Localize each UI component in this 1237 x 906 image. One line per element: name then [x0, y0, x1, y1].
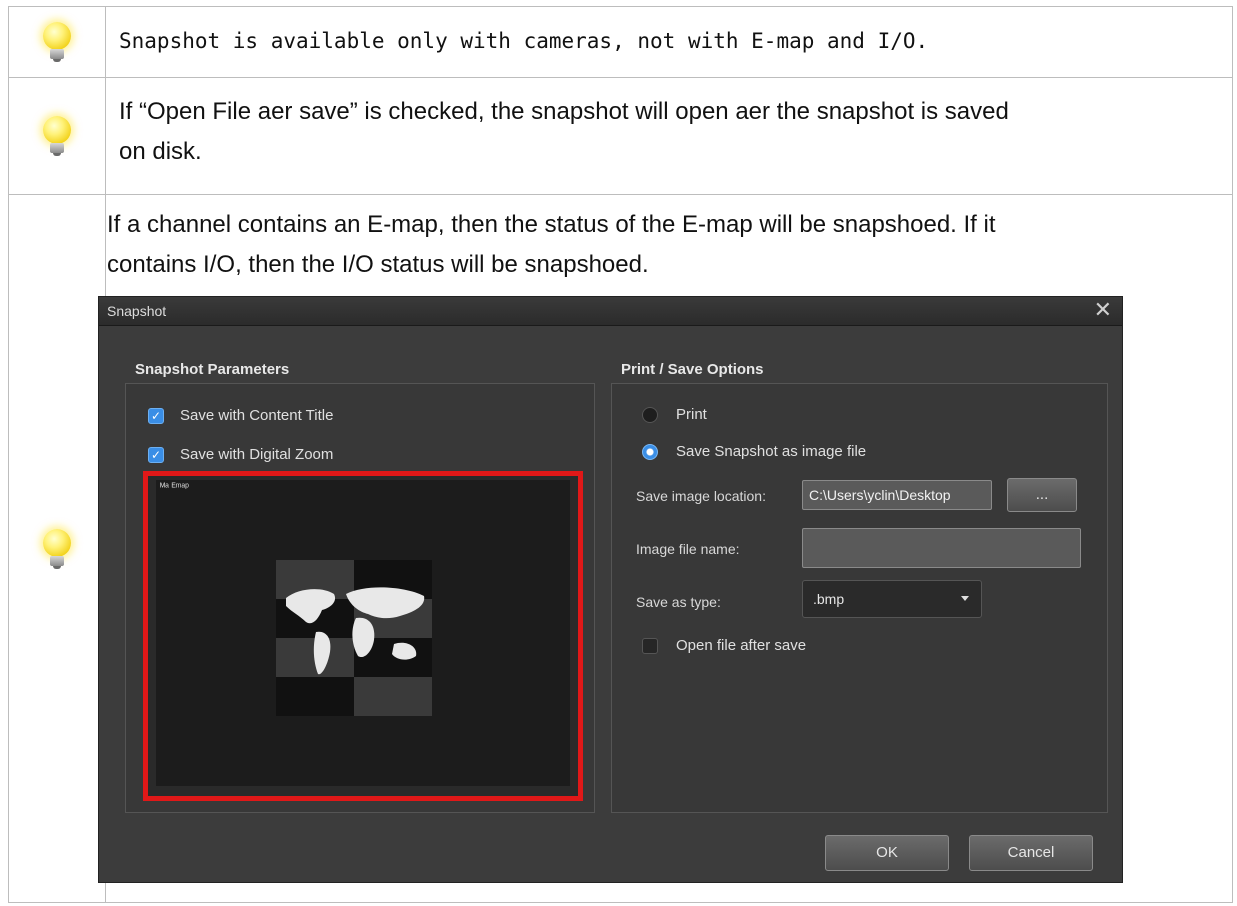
tip-row: Snapshot is available only with cameras,…	[9, 7, 1232, 78]
dialog-title: Snapshot	[107, 303, 167, 319]
print-save-options-heading: Print / Save Options	[621, 361, 764, 378]
save-digital-zoom-label: Save with Digital Zoom	[180, 446, 334, 463]
lightbulb-icon	[9, 195, 105, 902]
save-digital-zoom-checkbox[interactable]: ✓	[148, 447, 164, 463]
save-as-type-label: Save as type:	[636, 594, 721, 610]
save-as-image-radio[interactable]	[642, 444, 658, 460]
lightbulb-icon	[9, 78, 105, 194]
print-save-options-group: Print Save Snapshot as image file Save i…	[611, 383, 1108, 813]
print-label: Print	[676, 406, 707, 423]
snapshot-parameters-heading: Snapshot Parameters	[135, 361, 290, 378]
world-map-icon	[276, 560, 432, 716]
ok-button[interactable]: OK	[825, 835, 949, 871]
preview-image: ᴹᵃ ᴱᵐᵃᵖ	[156, 480, 570, 786]
open-after-save-checkbox[interactable]	[642, 638, 658, 654]
tip-text: If “Open File aer save” is checked, the …	[119, 98, 1009, 165]
save-as-type-value: .bmp	[813, 591, 845, 607]
save-location-field[interactable]: C:\Users\yclin\Desktop	[802, 480, 992, 510]
tip-text: Snapshot is available only with cameras,…	[119, 29, 929, 53]
cancel-button[interactable]: Cancel	[969, 835, 1093, 871]
chevron-down-icon	[961, 596, 969, 601]
snapshot-dialog: Snapshot ✕ Snapshot Parameters ✓ Save wi…	[98, 296, 1123, 883]
open-after-save-label: Open file after save	[676, 637, 807, 654]
print-radio[interactable]	[642, 407, 658, 423]
dialog-titlebar: Snapshot ✕	[99, 297, 1122, 326]
tip-text: If a channel contains an E-map, then the…	[107, 211, 996, 278]
save-content-title-checkbox[interactable]: ✓	[148, 408, 164, 424]
save-as-image-label: Save Snapshot as image file	[676, 443, 867, 460]
preview-caption: ᴹᵃ ᴱᵐᵃᵖ	[160, 482, 189, 493]
close-icon[interactable]: ✕	[1094, 298, 1112, 322]
image-file-name-field[interactable]	[802, 528, 1081, 568]
save-as-type-select[interactable]: .bmp	[802, 580, 982, 618]
image-file-name-label: Image file name:	[636, 541, 740, 557]
snapshot-preview: ᴹᵃ ᴱᵐᵃᵖ	[143, 471, 583, 801]
save-content-title-label: Save with Content Title	[180, 407, 334, 424]
tip-row: If “Open File aer save” is checked, the …	[9, 78, 1232, 195]
lightbulb-icon	[9, 7, 105, 77]
save-location-label: Save image location:	[636, 488, 766, 504]
browse-button[interactable]: ...	[1007, 478, 1077, 512]
